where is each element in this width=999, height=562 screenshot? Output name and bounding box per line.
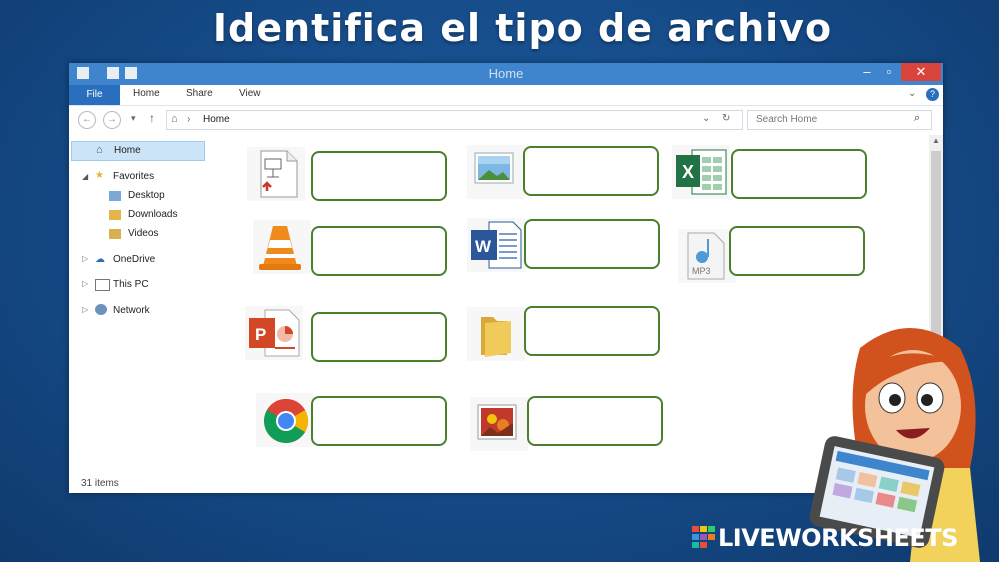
file-tile-powerpoint: P (245, 306, 303, 360)
tab-share[interactable]: Share (186, 88, 213, 99)
close-button[interactable]: ✕ (901, 63, 941, 81)
excel-icon: X (676, 149, 727, 195)
sidebar-item-network[interactable]: Network (113, 305, 150, 316)
videos-icon (109, 229, 121, 239)
scroll-up-icon[interactable]: ▲ (932, 136, 940, 145)
recent-locations-icon[interactable]: ▾ (131, 113, 136, 124)
maximize-button[interactable]: ▫ (875, 63, 903, 81)
file-tile-chrome (256, 393, 314, 447)
file-tile-photo (470, 397, 528, 451)
mp3-file-icon: MP3 (687, 232, 725, 280)
back-button[interactable]: ← (78, 111, 96, 129)
tab-file[interactable]: File (69, 85, 120, 105)
status-bar-item-count: 31 items (81, 478, 119, 489)
file-tile-excel: X (672, 145, 730, 199)
tab-view[interactable]: View (239, 88, 261, 99)
sidebar-item-videos[interactable]: Videos (128, 228, 158, 239)
sidebar-item-this-pc[interactable]: This PC (113, 279, 149, 290)
search-placeholder: Search Home (756, 114, 818, 125)
answer-box-8[interactable] (524, 306, 660, 356)
search-icon[interactable]: ⌕ (914, 112, 920, 125)
desktop-icon (109, 191, 121, 201)
path-separator-icon: › (187, 114, 191, 125)
liveworksheets-logo-icon (692, 526, 715, 548)
tab-home[interactable]: Home (133, 88, 160, 99)
vlc-cone-icon (259, 226, 301, 270)
star-icon: ★ (95, 170, 104, 181)
expand-arrow-icon[interactable]: ▷ (82, 305, 88, 314)
expand-arrow-icon[interactable]: ◢ (82, 172, 88, 181)
answer-box-2[interactable] (523, 146, 659, 196)
home-icon: ⌂ (96, 144, 103, 156)
downloads-icon (109, 210, 121, 220)
word-icon: W (471, 221, 522, 269)
folder-icon (481, 317, 511, 357)
expand-arrow-icon[interactable]: ▷ (82, 279, 88, 288)
answer-box-7[interactable] (311, 312, 447, 362)
photo-file-icon (477, 404, 517, 440)
file-tile-image (467, 145, 525, 199)
sidebar-item-onedrive[interactable]: OneDrive (113, 254, 155, 265)
window-title: Home (488, 66, 524, 81)
navigation-pane: ⌂ Home ◢ ★ Favorites Desktop Downloads V… (69, 141, 206, 461)
sidebar-item-home[interactable]: ⌂ Home (71, 141, 205, 161)
file-tile-folder (467, 307, 525, 361)
file-tile-mp3: MP3 (678, 229, 736, 283)
answer-box-6[interactable] (729, 226, 865, 276)
chevron-down-icon[interactable]: ⌄ (908, 88, 916, 99)
file-tile-presentation-template (247, 147, 305, 201)
chrome-icon (264, 399, 308, 443)
address-path: Home (203, 114, 230, 125)
address-bar: ← → ▾ ↑ ⌂ › Home ⌄ ↻ Search Home ⌕ (69, 109, 943, 131)
excel-letter: X (682, 162, 694, 182)
up-button[interactable]: ↑ (149, 111, 155, 125)
file-tile-word: W (467, 218, 525, 272)
page-title: Identifica el tipo de archivo (212, 6, 833, 50)
help-icon[interactable]: ? (926, 88, 939, 101)
ppt-letter: P (255, 325, 266, 344)
chevron-down-icon[interactable]: ⌄ (702, 113, 710, 124)
watermark-text: LIVEWORKSHEETS (718, 524, 958, 552)
word-letter: W (475, 237, 492, 256)
refresh-icon[interactable]: ↻ (722, 113, 730, 124)
answer-box-1[interactable] (311, 151, 447, 201)
answer-box-9[interactable] (311, 396, 447, 446)
ribbon: File Home Share View ⌄ ? (69, 85, 943, 106)
image-file-icon (474, 152, 514, 184)
answer-box-4[interactable] (311, 226, 447, 276)
home-icon: ⌂ (171, 113, 178, 125)
presentation-template-icon (260, 150, 298, 198)
sidebar-item-favorites[interactable]: Favorites (113, 171, 154, 182)
answer-box-10[interactable] (527, 396, 663, 446)
title-bar: Home – ▫ ✕ (69, 63, 943, 85)
forward-button[interactable]: → (103, 111, 121, 129)
onedrive-icon: ☁ (95, 254, 105, 265)
sidebar-item-desktop[interactable]: Desktop (128, 190, 165, 201)
network-icon (95, 304, 107, 315)
answer-box-5[interactable] (524, 219, 660, 269)
answer-box-3[interactable] (731, 149, 867, 199)
mp3-label: MP3 (692, 266, 711, 276)
expand-arrow-icon[interactable]: ▷ (82, 254, 88, 263)
address-field[interactable]: ⌂ › Home ⌄ ↻ (166, 110, 743, 130)
file-tile-video (253, 220, 311, 274)
sidebar-item-label: Home (114, 145, 141, 156)
sidebar-item-downloads[interactable]: Downloads (128, 209, 177, 220)
computer-icon (95, 279, 110, 291)
powerpoint-icon: P (249, 309, 300, 357)
search-input[interactable]: Search Home ⌕ (747, 110, 932, 130)
